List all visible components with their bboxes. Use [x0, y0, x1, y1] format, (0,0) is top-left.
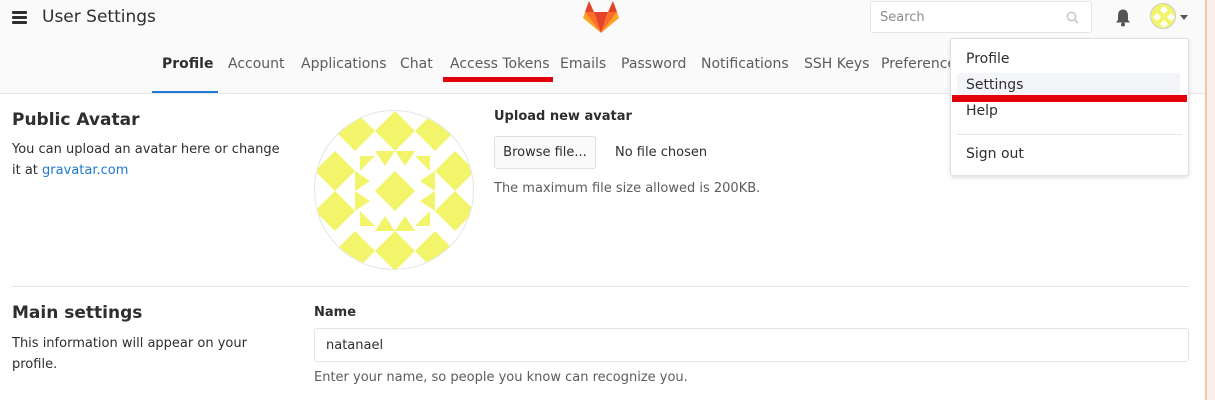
- browse-file-button[interactable]: Browse file...: [494, 136, 596, 169]
- page-title: User Settings: [42, 7, 156, 27]
- name-field[interactable]: [314, 328, 1189, 362]
- tab-notifications[interactable]: Notifications: [701, 56, 789, 72]
- search-box[interactable]: [870, 1, 1092, 33]
- tab-access-tokens[interactable]: Access Tokens: [450, 56, 550, 72]
- tab-chat[interactable]: Chat: [400, 56, 433, 72]
- name-help-text: Enter your name, so people you know can …: [314, 370, 688, 385]
- avatar-preview: [314, 110, 474, 270]
- public-avatar-heading: Public Avatar: [12, 110, 140, 130]
- gitlab-logo-icon[interactable]: [583, 0, 619, 34]
- gravatar-link[interactable]: gravatar.com: [42, 163, 128, 178]
- menu-item-sign-out[interactable]: Sign out: [966, 146, 1024, 162]
- annotation-underline-access-tokens: [443, 77, 553, 82]
- window-edge: [1205, 0, 1215, 400]
- upload-avatar-heading: Upload new avatar: [494, 109, 632, 124]
- tab-account[interactable]: Account: [228, 56, 285, 72]
- user-menu-toggle[interactable]: [1150, 3, 1190, 33]
- tab-applications[interactable]: Applications: [301, 56, 387, 72]
- file-status-text: No file chosen: [615, 145, 708, 160]
- name-field-label: Name: [314, 305, 357, 320]
- search-input[interactable]: [871, 2, 1051, 32]
- section-divider: [12, 286, 1189, 287]
- tab-ssh-keys[interactable]: SSH Keys: [804, 56, 869, 72]
- hamburger-menu-icon[interactable]: [12, 11, 27, 24]
- menu-item-help[interactable]: Help: [966, 103, 998, 119]
- user-dropdown-menu: Profile Settings Help Sign out: [950, 38, 1189, 176]
- main-settings-description: This information will appear on your pro…: [12, 336, 247, 372]
- main-settings-heading: Main settings: [12, 303, 143, 323]
- tab-emails[interactable]: Emails: [560, 56, 606, 72]
- public-avatar-description: You can upload an avatar here or change …: [12, 139, 292, 181]
- notification-bell-icon[interactable]: [1114, 8, 1132, 28]
- chevron-down-icon: [1180, 15, 1188, 20]
- menu-item-profile[interactable]: Profile: [966, 51, 1010, 67]
- annotation-underline-settings: [952, 95, 1187, 102]
- tab-password[interactable]: Password: [621, 56, 686, 72]
- max-size-note: The maximum file size allowed is 200KB.: [494, 181, 761, 196]
- menu-divider: [957, 134, 1182, 135]
- avatar: [1150, 3, 1176, 29]
- search-icon: [1066, 11, 1079, 24]
- active-tab-indicator: [152, 91, 218, 93]
- menu-item-settings[interactable]: Settings: [966, 77, 1023, 93]
- tab-profile[interactable]: Profile: [162, 56, 213, 72]
- top-header: User Settings: [0, 0, 1205, 40]
